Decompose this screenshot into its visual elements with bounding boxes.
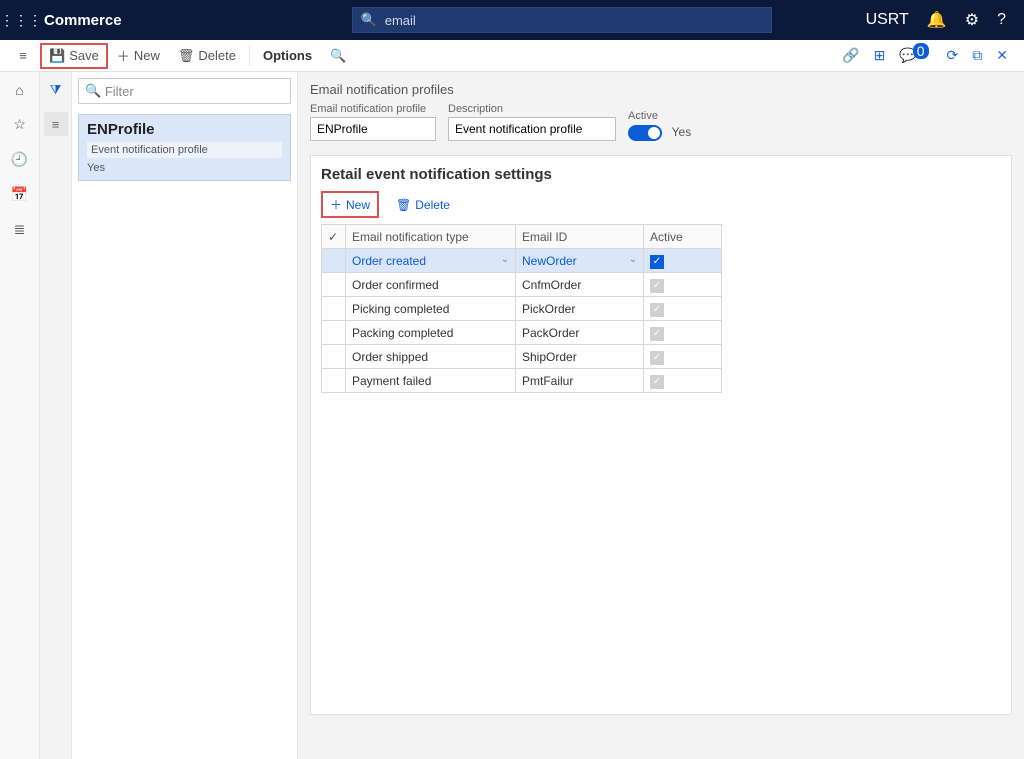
save-label: Save <box>69 48 99 63</box>
row-selector[interactable] <box>322 369 346 393</box>
bell-icon[interactable]: 🔔 <box>927 10 947 30</box>
cell-emailid[interactable]: PickOrder <box>516 297 644 321</box>
lines-icon[interactable]: ≡ <box>44 112 68 136</box>
clock-icon[interactable]: 🕘 <box>11 151 28 168</box>
close-icon[interactable]: ✕ <box>996 47 1008 64</box>
trash-icon: 🗑 <box>178 48 195 64</box>
link-icon[interactable]: 🔗 <box>842 47 859 64</box>
cell-emailid[interactable]: PmtFailur <box>516 369 644 393</box>
table-row[interactable]: Order shippedShipOrder✓ <box>322 345 722 369</box>
row-selector[interactable] <box>322 273 346 297</box>
col-type[interactable]: Email notification type <box>346 225 516 249</box>
cell-type[interactable]: Order shipped <box>346 345 516 369</box>
list-icon[interactable]: ≣ <box>14 221 26 238</box>
new-button[interactable]: ＋ New <box>108 41 169 70</box>
global-search[interactable]: 🔍 email <box>352 7 772 33</box>
cmd-search-button[interactable]: 🔍 <box>321 43 355 69</box>
cell-active[interactable]: ✓ <box>644 369 722 393</box>
row-selector[interactable] <box>322 249 346 273</box>
cell-type[interactable]: Payment failed <box>346 369 516 393</box>
grid-delete-button[interactable]: 🗑 Delete <box>387 191 459 218</box>
options-button[interactable]: Options <box>254 43 321 68</box>
cell-active[interactable]: ✓ <box>644 273 722 297</box>
filter-strip: ⧩ ≡ <box>40 72 72 759</box>
cell-active[interactable]: ✓ <box>644 249 722 273</box>
waffle-icon[interactable]: ⋮⋮⋮ <box>0 12 40 29</box>
user-label[interactable]: USRT <box>866 11 909 29</box>
desc-input[interactable] <box>448 117 616 141</box>
star-icon[interactable]: ☆ <box>13 116 26 133</box>
office-icon[interactable]: ⊞ <box>874 47 886 64</box>
refresh-icon[interactable]: ⟳ <box>947 47 959 64</box>
active-toggle[interactable] <box>628 125 662 141</box>
list-item-title: ENProfile <box>87 121 282 138</box>
cell-emailid[interactable]: CnfmOrder <box>516 273 644 297</box>
table-row[interactable]: Order created⌄NewOrder⌄✓ <box>322 249 722 273</box>
filter-placeholder: Filter <box>105 84 134 99</box>
home-icon[interactable]: ⌂ <box>15 82 23 98</box>
desc-label: Description <box>448 103 616 115</box>
profile-input[interactable] <box>310 117 436 141</box>
table-row[interactable]: Payment failedPmtFailur✓ <box>322 369 722 393</box>
cell-type[interactable]: Picking completed <box>346 297 516 321</box>
list-item[interactable]: ENProfile Event notification profile Yes <box>78 114 291 181</box>
list-item-subtitle: Event notification profile <box>87 142 282 158</box>
funnel-icon[interactable]: ⧩ <box>44 78 68 102</box>
search-icon: 🔍 <box>361 12 377 28</box>
list-panel: 🔍 Filter ENProfile Event notification pr… <box>72 72 298 759</box>
table-row[interactable]: Packing completedPackOrder✓ <box>322 321 722 345</box>
settings-grid: ✓ Email notification type Email ID Activ… <box>321 224 722 393</box>
messages-icon[interactable]: 💬0 <box>899 47 932 64</box>
plus-icon: ＋ <box>330 196 342 213</box>
cell-active[interactable]: ✓ <box>644 345 722 369</box>
command-bar: ≡ 💾 Save ＋ New 🗑 Delete Options 🔍 🔗 ⊞ 💬0… <box>0 40 1024 72</box>
row-selector[interactable] <box>322 345 346 369</box>
separator <box>249 46 250 66</box>
delete-button[interactable]: 🗑 Delete <box>169 43 245 69</box>
new-label: New <box>134 48 160 63</box>
grid-card: Retail event notification settings ＋ New… <box>310 155 1012 715</box>
popout-icon[interactable]: ⧉ <box>972 47 982 64</box>
save-button[interactable]: 💾 Save <box>40 43 108 69</box>
active-label: Active <box>628 110 691 122</box>
page-title: Email notification profiles <box>310 82 1012 97</box>
active-text: Yes <box>672 125 692 139</box>
cell-active[interactable]: ✓ <box>644 297 722 321</box>
col-emailid[interactable]: Email ID <box>516 225 644 249</box>
top-navbar: ⋮⋮⋮ Commerce 🔍 email USRT 🔔 ⚙ ? <box>0 0 1024 40</box>
row-selector[interactable] <box>322 321 346 345</box>
cell-emailid[interactable]: NewOrder⌄ <box>516 249 644 273</box>
search-text: email <box>385 13 416 28</box>
cell-type[interactable]: Packing completed <box>346 321 516 345</box>
save-icon: 💾 <box>49 48 65 64</box>
filter-input[interactable]: 🔍 Filter <box>78 78 291 104</box>
grid-title: Retail event notification settings <box>321 166 1001 183</box>
list-item-active: Yes <box>87 162 282 174</box>
search-icon: 🔍 <box>85 83 101 99</box>
delete-label: Delete <box>198 48 236 63</box>
table-row[interactable]: Order confirmedCnfmOrder✓ <box>322 273 722 297</box>
nav-rail: ⌂ ☆ 🕘 📅 ≣ <box>0 72 40 759</box>
col-active[interactable]: Active <box>644 225 722 249</box>
plus-icon: ＋ <box>117 46 130 65</box>
brand-title: Commerce <box>40 12 122 29</box>
main-content: Email notification profiles Email notifi… <box>298 72 1024 759</box>
col-select[interactable]: ✓ <box>322 225 346 249</box>
grid-new-button[interactable]: ＋ New <box>321 191 379 218</box>
cell-active[interactable]: ✓ <box>644 321 722 345</box>
gear-icon[interactable]: ⚙ <box>965 10 979 30</box>
cell-emailid[interactable]: PackOrder <box>516 321 644 345</box>
calendar-icon[interactable]: 📅 <box>11 186 28 203</box>
cell-type[interactable]: Order confirmed <box>346 273 516 297</box>
hamburger-icon[interactable]: ≡ <box>6 48 40 63</box>
cell-emailid[interactable]: ShipOrder <box>516 345 644 369</box>
table-row[interactable]: Picking completedPickOrder✓ <box>322 297 722 321</box>
cell-type[interactable]: Order created⌄ <box>346 249 516 273</box>
help-icon[interactable]: ? <box>997 11 1006 29</box>
profile-label: Email notification profile <box>310 103 436 115</box>
trash-icon: 🗑 <box>396 198 411 212</box>
row-selector[interactable] <box>322 297 346 321</box>
